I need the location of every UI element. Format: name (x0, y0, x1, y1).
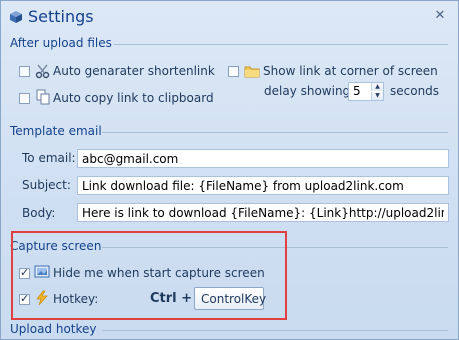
section-template-email: Template email (10, 124, 450, 140)
folder-icon (244, 63, 260, 79)
spin-down-icon[interactable]: ▼ (371, 92, 383, 100)
divider (114, 44, 448, 45)
divider (102, 132, 448, 133)
scissors-icon (35, 63, 51, 79)
spin-up-icon[interactable]: ▲ (371, 83, 383, 91)
delay-label: delay showing: (264, 84, 355, 98)
section-header-upload-hotkey: Upload hotkey (10, 322, 97, 336)
auto-shortenlink-checkbox[interactable] (19, 66, 30, 77)
show-link-corner-label: Show link at corner of screen (263, 64, 438, 78)
close-icon[interactable]: ✕ (433, 9, 447, 23)
section-upload-hotkey: Upload hotkey (10, 322, 450, 338)
to-email-label: To email: (22, 151, 76, 165)
divider (102, 330, 448, 331)
auto-shortenlink-label: Auto genarater shortenlink (53, 64, 215, 78)
subject-field[interactable] (77, 176, 449, 195)
delay-stepper[interactable]: 5 ▲ ▼ (348, 82, 384, 101)
body-label: Body: (22, 206, 56, 220)
title-bar: Settings ✕ (1, 1, 458, 33)
show-link-corner-checkbox[interactable] (228, 66, 239, 77)
body-field[interactable] (77, 203, 449, 222)
auto-copy-checkbox[interactable] (19, 93, 30, 104)
highlight-box (11, 231, 287, 320)
section-header-template-email: Template email (10, 124, 102, 138)
copy-pages-icon (35, 89, 51, 105)
delay-value: 5 (353, 84, 361, 98)
window-title: Settings (28, 7, 94, 26)
settings-window: Settings ✕ After upload files Auto genar… (0, 0, 459, 340)
section-header-after-upload: After upload files (10, 36, 112, 50)
delay-unit: seconds (390, 84, 440, 98)
to-email-field[interactable] (77, 149, 449, 168)
section-after-upload: After upload files (10, 36, 450, 52)
auto-copy-label: Auto copy link to clipboard (53, 91, 214, 105)
settings-cube-icon (9, 10, 23, 24)
subject-label: Subject: (22, 178, 71, 192)
